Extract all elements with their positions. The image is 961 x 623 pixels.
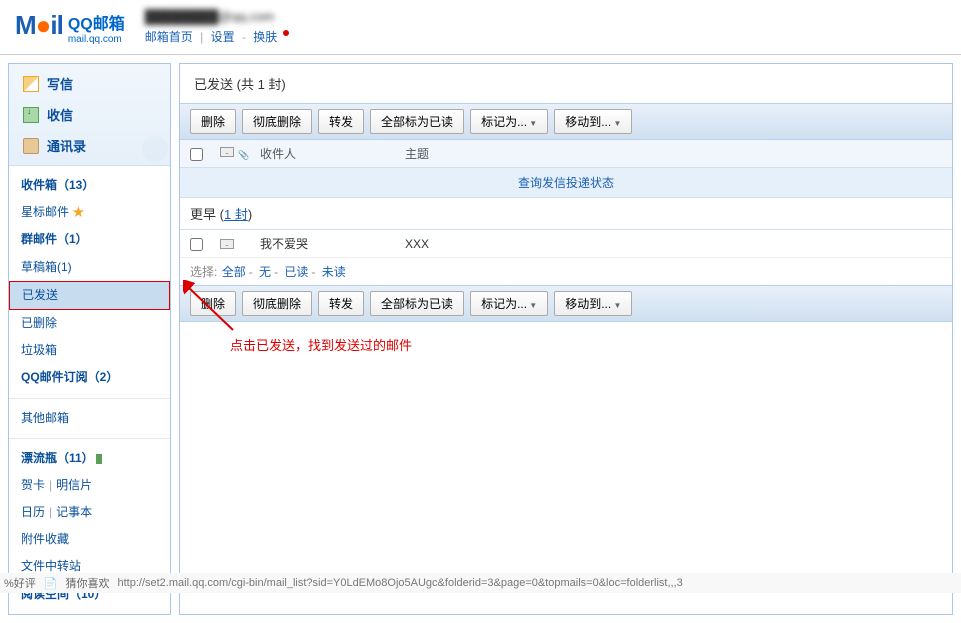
forward-button[interactable]: 转发 [318,109,364,134]
folder-group[interactable]: 群邮件（1） [9,226,170,253]
folder-attachments[interactable]: 附件收藏 [9,526,170,553]
toolbar-top: 删除 彻底删除 转发 全部标为已读 标记为... 移动到... [180,103,952,140]
toolbar-bottom: 删除 彻底删除 转发 全部标为已读 标记为... 移动到... [180,285,952,322]
receive-button[interactable]: 收信 [9,99,170,130]
bottle-icon [96,454,102,464]
select-bar: 选择: 全部- 无- 已读- 未读 [180,258,952,285]
folder-greeting[interactable]: 贺卡|明信片 [9,472,170,499]
select-read-link[interactable]: 已读 [284,265,308,279]
compose-button[interactable]: 写信 [9,68,170,99]
folder-spam[interactable]: 垃圾箱 [9,337,170,364]
nav-home-link[interactable]: 邮箱首页 [145,30,193,44]
mark-all-read-button[interactable]: 全部标为已读 [370,109,464,134]
nav-settings-link[interactable]: 设置 [211,30,235,44]
delivery-status-bar: 查询发信投递状态 [180,168,952,198]
logo-cn-text: QQ邮箱 [68,10,125,34]
envelope-icon [220,147,234,157]
app-header: M●il QQ邮箱 mail.qq.com ████████@qq.com 邮箱… [0,0,961,55]
contacts-icon [23,138,39,154]
folder-deleted[interactable]: 已删除 [9,310,170,337]
delete-forever-button-2[interactable]: 彻底删除 [242,291,312,316]
folder-drafts[interactable]: 草稿箱(1) [9,254,170,281]
mark-all-read-button-2[interactable]: 全部标为已读 [370,291,464,316]
compose-icon [23,76,39,92]
sidebar: 写信 收信 通讯录 收件箱（13） 星标邮件 ★ 群邮件（1） 草稿箱(1) 已… [8,63,171,615]
annotation-text: 点击已发送，找到发送过的邮件 [230,335,412,354]
folder-sent[interactable]: 已发送 [9,281,170,310]
move-to-dropdown-2[interactable]: 移动到... [554,291,632,316]
folder-starred[interactable]: 星标邮件 ★ [9,199,170,226]
user-email: ████████@qq.com [145,9,946,24]
select-all-link[interactable]: 全部 [222,265,246,279]
delete-button[interactable]: 删除 [190,109,236,134]
mail-read-icon [220,239,234,249]
star-icon: ★ [72,205,84,219]
mark-as-dropdown-2[interactable]: 标记为... [470,291,548,316]
mail-row[interactable]: 我不爱哭 XXX [180,230,952,258]
page-title: 已发送 (共 1 封) [180,64,952,103]
forward-button-2[interactable]: 转发 [318,291,364,316]
receive-icon [23,107,39,123]
move-to-dropdown[interactable]: 移动到... [554,109,632,134]
folder-other-mailbox[interactable]: 其他邮箱 [9,405,170,432]
folder-inbox[interactable]: 收件箱（13） [9,172,170,199]
delivery-status-link[interactable]: 查询发信投递状态 [518,176,614,190]
status-bar: %好评 📄 猜你喜欢 http://set2.mail.qq.com/cgi-b… [0,573,961,593]
rating-text: %好评 [4,575,36,591]
mail-checkbox[interactable] [190,238,203,251]
time-section-header: 更早 (1 封) [180,198,952,230]
folder-drift-bottle[interactable]: 漂流瓶（11） [9,445,170,472]
mark-as-dropdown[interactable]: 标记为... [470,109,548,134]
delete-forever-button[interactable]: 彻底删除 [242,109,312,134]
like-text: 猜你喜欢 [65,575,109,591]
select-none-link[interactable]: 无 [259,265,271,279]
contacts-button[interactable]: 通讯录 [9,130,170,161]
notification-dot-icon [283,30,289,36]
column-from: 收件人 [260,145,405,162]
nav-theme-link[interactable]: 换肤 [253,30,277,44]
folder-subscribe[interactable]: QQ邮件订阅（2） [9,364,170,391]
status-url: http://set2.mail.qq.com/cgi-bin/mail_lis… [117,577,682,589]
select-unread-link[interactable]: 未读 [322,265,346,279]
column-subject: 主题 [405,145,942,162]
delete-button-2[interactable]: 删除 [190,291,236,316]
logo[interactable]: M●il QQ邮箱 mail.qq.com [15,10,125,45]
attachment-icon [238,147,249,161]
folder-calendar[interactable]: 日历|记事本 [9,499,170,526]
column-headers: 收件人 主题 [180,140,952,168]
logo-url-text: mail.qq.com [68,34,125,45]
header-nav: 邮箱首页 | 设置 - 换肤 [145,28,946,45]
select-all-checkbox[interactable] [190,148,203,161]
mail-from: 我不爱哭 [260,235,405,252]
mail-subject: XXX [405,237,942,251]
section-count-link[interactable]: 1 封 [224,207,248,222]
